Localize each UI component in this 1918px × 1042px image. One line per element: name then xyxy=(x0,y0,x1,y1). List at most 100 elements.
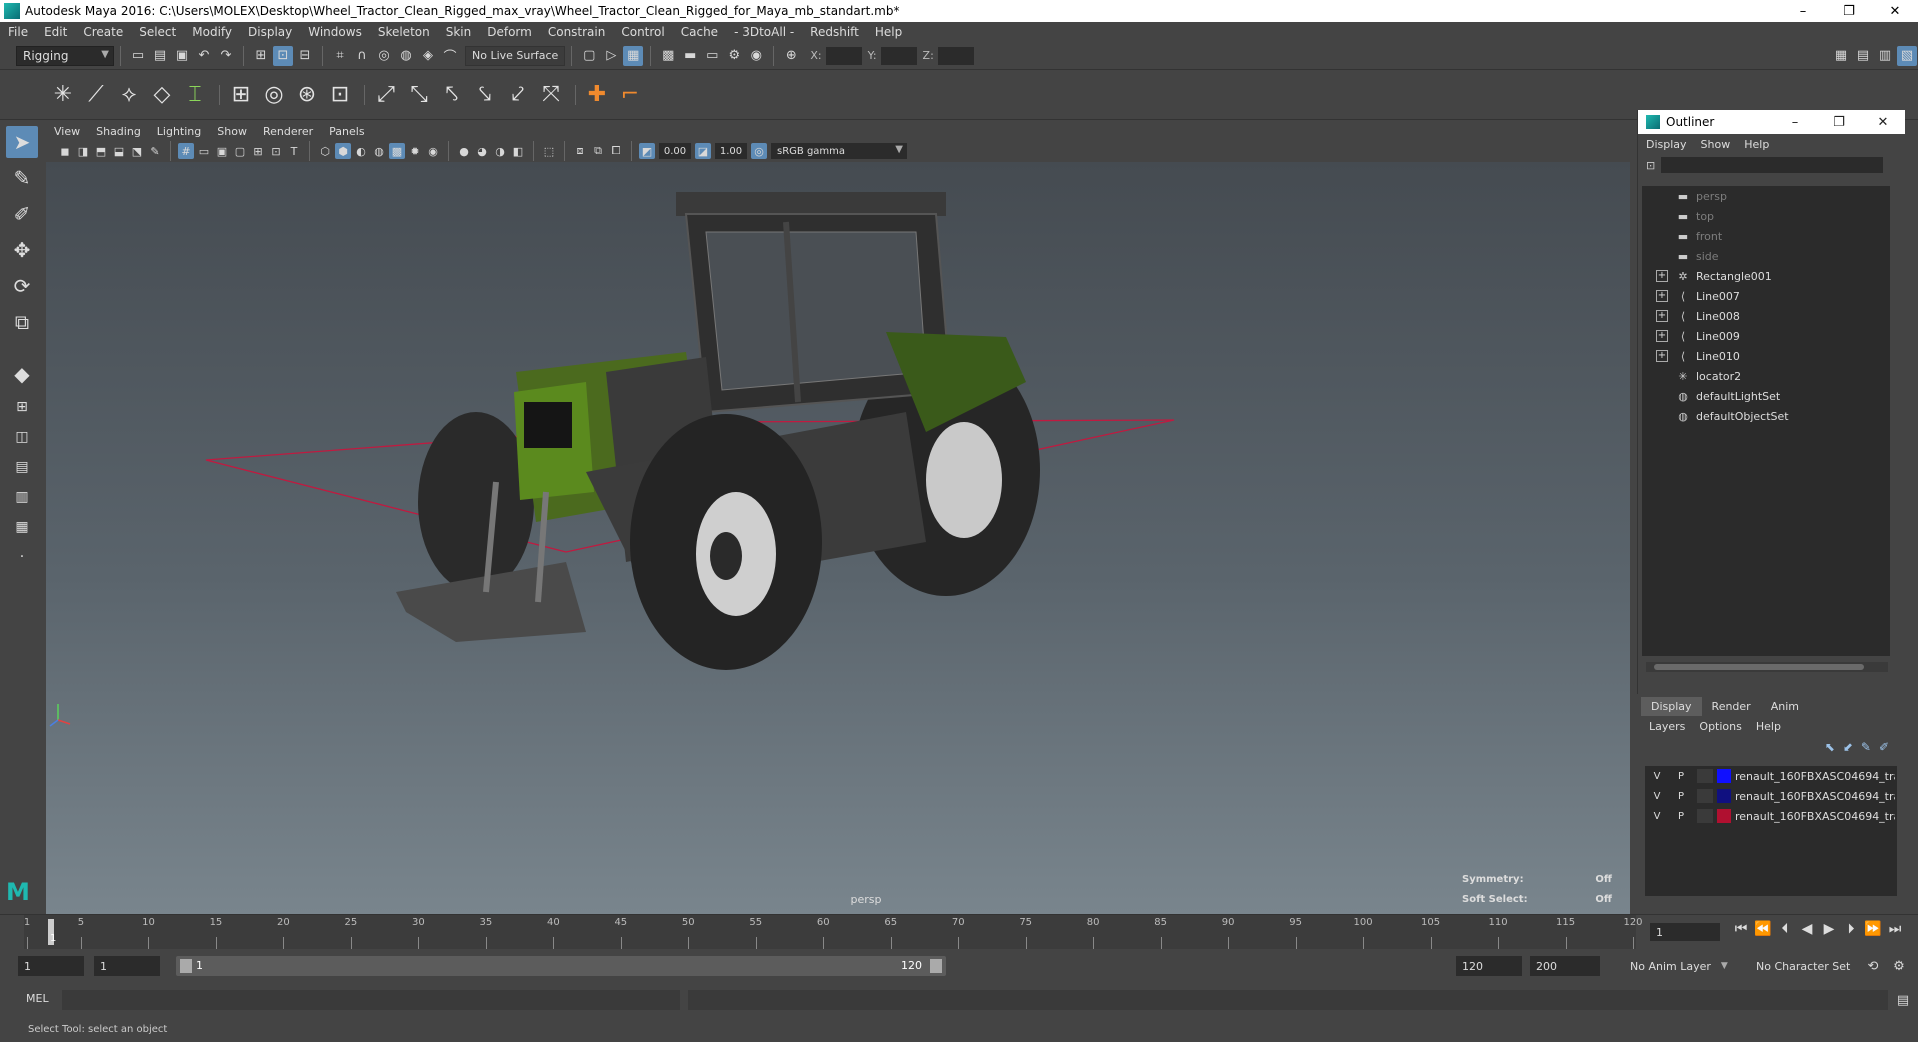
step-back-icon[interactable]: ⏪ xyxy=(1752,921,1774,937)
bookmark-icon[interactable]: ⬒ xyxy=(93,143,109,159)
range-bar[interactable]: 1 120 xyxy=(176,956,946,976)
panel-menu-shading[interactable]: Shading xyxy=(96,125,141,138)
outliner-tree[interactable]: ▬ persp ▬ top ▬ front ▬ side + ✲ Rectangle001 … xyxy=(1642,186,1890,656)
script-editor-icon[interactable]: ▤ xyxy=(1893,990,1913,1010)
display-type-toggle[interactable] xyxy=(1697,769,1713,783)
xray-components-icon[interactable]: ⧠ xyxy=(608,143,624,159)
hypershade-icon[interactable]: ◉ xyxy=(746,46,766,66)
paint-select-icon[interactable]: ✐ xyxy=(6,198,38,230)
menu-skeleton[interactable]: Skeleton xyxy=(378,25,430,39)
transform-constraint-icon[interactable]: ⊕ xyxy=(781,46,801,66)
snap-curve-icon[interactable]: ∩ xyxy=(352,46,372,66)
outliner-item-locator2[interactable]: ✳ locator2 xyxy=(1642,366,1890,386)
menu-help[interactable]: Help xyxy=(875,25,902,39)
xray-icon[interactable]: ⧈ xyxy=(572,143,588,159)
exposure-icon[interactable]: ◩ xyxy=(639,143,655,159)
outliner-item-line009[interactable]: + ⟨ Line009 xyxy=(1642,326,1890,346)
xray-joints-icon[interactable]: ⧉ xyxy=(590,143,606,159)
outliner-item-top[interactable]: ▬ top xyxy=(1642,206,1890,226)
menu-modify[interactable]: Modify xyxy=(192,25,232,39)
step-forward-icon[interactable]: ⏩ xyxy=(1862,921,1884,937)
x-field[interactable] xyxy=(825,46,862,65)
new-layer-selected-icon[interactable]: ✐ xyxy=(1879,740,1889,754)
graph-layout-icon[interactable]: ▥ xyxy=(6,484,38,510)
minimize-button[interactable]: – xyxy=(1780,0,1826,22)
render-settings-icon[interactable]: ⚙ xyxy=(724,46,744,66)
select-object-icon[interactable]: ⊡ xyxy=(273,45,293,66)
pole-vector-icon[interactable]: ⤧ xyxy=(536,79,566,111)
select-tool-icon[interactable]: ➤ xyxy=(6,126,38,158)
select-component-icon[interactable]: ⊟ xyxy=(295,46,315,66)
view-transform-dropdown[interactable]: sRGB gamma ▼ xyxy=(771,143,907,159)
menu-set-dropdown[interactable]: Rigging ▼ xyxy=(16,45,114,66)
playback-start-field[interactable]: 1 xyxy=(94,956,160,976)
visibility-toggle[interactable]: V xyxy=(1645,791,1669,802)
render-frame-icon[interactable]: ▬ xyxy=(680,46,700,66)
undo-icon[interactable]: ↶ xyxy=(194,46,214,66)
scale-constraint-icon[interactable]: ⤥ xyxy=(470,79,500,111)
outliner-menu-help[interactable]: Help xyxy=(1744,138,1769,151)
outliner-minimize-button[interactable]: – xyxy=(1773,115,1817,130)
move-layer-down-icon[interactable]: ⬋ xyxy=(1843,740,1853,754)
expand-icon[interactable]: + xyxy=(1656,330,1668,342)
save-scene-icon[interactable]: ▣ xyxy=(172,46,192,66)
smooth-shade-icon[interactable]: ⬢ xyxy=(335,143,351,159)
layer-color-swatch[interactable] xyxy=(1717,809,1731,823)
output-ops-icon[interactable]: ▷ xyxy=(601,46,621,66)
rotate-tool-icon[interactable]: ⟳ xyxy=(6,270,38,302)
character-set-dropdown[interactable]: No Character Set xyxy=(1750,956,1870,976)
z-field[interactable] xyxy=(937,46,974,65)
outliner-search-input[interactable] xyxy=(1661,157,1884,173)
motion-blur-icon[interactable]: ◕ xyxy=(474,143,490,159)
outliner-item-rectangle001[interactable]: + ✲ Rectangle001 xyxy=(1642,266,1890,286)
redo-icon[interactable]: ↷ xyxy=(216,46,236,66)
layer-menu-options[interactable]: Options xyxy=(1699,720,1741,733)
auto-key-icon[interactable]: ⟲ xyxy=(1863,956,1883,976)
menu-file[interactable]: File xyxy=(8,25,28,39)
live-surface-field[interactable]: No Live Surface xyxy=(465,45,566,66)
expand-icon[interactable]: + xyxy=(1656,270,1668,282)
joint-tool-icon[interactable]: ✳ xyxy=(48,79,78,111)
input-ops-icon[interactable]: ▢ xyxy=(579,46,599,66)
layer-menu-layers[interactable]: Layers xyxy=(1649,720,1685,733)
control-curve-icon[interactable]: ⌐ xyxy=(615,79,645,111)
menu-edit[interactable]: Edit xyxy=(44,25,67,39)
modeling-toolkit-icon[interactable]: ▦ xyxy=(1831,46,1851,66)
layer-row[interactable]: V P renault_160FBXASC04694_tract xyxy=(1645,766,1897,786)
layer-color-swatch[interactable] xyxy=(1717,769,1731,783)
snap-view-icon[interactable]: ◍ xyxy=(396,46,416,66)
panel-menu-panels[interactable]: Panels xyxy=(329,125,364,138)
menu-cache[interactable]: Cache xyxy=(681,25,718,39)
expand-icon[interactable]: + xyxy=(1656,350,1668,362)
playback-toggle[interactable]: P xyxy=(1669,791,1693,802)
menu-3dtoall[interactable]: - 3DtoAll - xyxy=(734,25,794,39)
menu-display[interactable]: Display xyxy=(248,25,292,39)
move-layer-up-icon[interactable]: ⬉ xyxy=(1825,740,1835,754)
use-all-lights-icon[interactable]: ✹ xyxy=(407,143,423,159)
ipr-render-icon[interactable]: ▭ xyxy=(702,46,722,66)
screen-space-ao-icon[interactable]: ● xyxy=(456,143,472,159)
hypershade-layout-icon[interactable]: ▦ xyxy=(6,514,38,540)
insert-joint-icon[interactable]: ◇ xyxy=(147,79,177,111)
play-backwards-icon[interactable]: ◀ xyxy=(1796,921,1818,937)
tab-display[interactable]: Display xyxy=(1641,697,1702,716)
outliner-item-persp[interactable]: ▬ persp xyxy=(1642,186,1890,206)
aim-constraint-icon[interactable]: ⤦ xyxy=(503,79,533,111)
move-tool-icon[interactable]: ✥ xyxy=(6,234,38,266)
grid-icon[interactable]: # xyxy=(178,143,194,159)
magnet-icon[interactable]: ⌒ xyxy=(440,46,460,66)
filter-icon[interactable]: ⊡ xyxy=(1646,159,1655,172)
wrap-icon[interactable]: ⊡ xyxy=(325,79,355,111)
anim-layer-dropdown[interactable]: No Anim Layer ▼ xyxy=(1624,956,1744,976)
construction-history-icon[interactable]: ▦ xyxy=(623,45,644,66)
outliner-item-defaultobjectset[interactable]: ◍ defaultObjectSet xyxy=(1642,406,1890,426)
channel-box-icon[interactable]: ▧ xyxy=(1897,45,1917,66)
outliner-menu-display[interactable]: Display xyxy=(1646,138,1687,151)
single-pane-icon[interactable]: ◆ xyxy=(6,358,38,390)
y-field[interactable] xyxy=(880,46,917,65)
safe-title-icon[interactable]: T xyxy=(286,143,302,159)
orient-constraint-icon[interactable]: ⤣ xyxy=(437,79,467,111)
play-forwards-icon[interactable]: ▶ xyxy=(1818,921,1840,937)
outliner-item-defaultlightset[interactable]: ◍ defaultLightSet xyxy=(1642,386,1890,406)
tab-anim[interactable]: Anim xyxy=(1761,697,1809,716)
